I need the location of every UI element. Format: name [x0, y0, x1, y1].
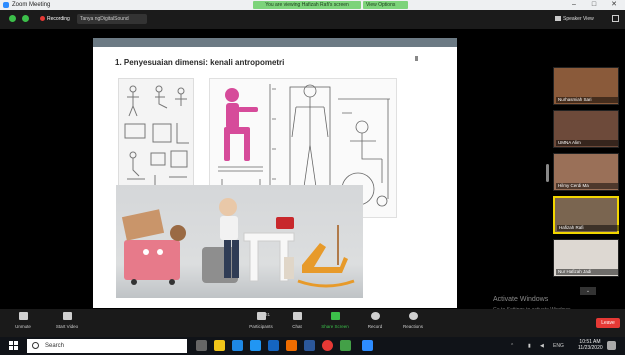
anthropometric-sketches-image: [118, 78, 194, 190]
task-view-icon[interactable]: [196, 340, 207, 351]
share-screen-button[interactable]: Share Screen: [318, 312, 352, 336]
speaker-view-icon: [555, 16, 561, 22]
office-icon[interactable]: [286, 340, 297, 351]
recording-dot-icon: [40, 16, 45, 21]
zoom-taskbar-icon[interactable]: [362, 340, 373, 351]
start-video-button[interactable]: Start Video: [50, 312, 84, 336]
app-icon[interactable]: [340, 340, 351, 351]
chat-button[interactable]: Chat: [280, 312, 314, 336]
video-camera-icon: [62, 312, 72, 320]
chrome-icon[interactable]: [322, 340, 333, 351]
cursor-icon: [415, 56, 418, 61]
activate-windows-title: Activate Windows: [493, 296, 549, 303]
slide-title: 1. Penyesuaian dimensi: kenali antropome…: [115, 58, 285, 67]
volume-icon[interactable]: ◀: [540, 343, 544, 349]
search-icon: [32, 342, 39, 349]
participant-tile[interactable]: Nur Hafizah Jadi: [553, 239, 619, 277]
participant-tile[interactable]: Nurhasmiah Sari: [553, 67, 619, 105]
word-icon[interactable]: [304, 340, 315, 351]
shared-slide: 1. Penyesuaian dimensi: kenali antropome…: [93, 38, 457, 308]
meeting-top-bar: Recording Tanya ngDigitalSound Speaker V…: [0, 10, 625, 29]
participant-name: UMNA Alim: [556, 140, 618, 146]
participant-name: Hafizah Rafi: [557, 225, 619, 231]
slide-header-band: [93, 38, 457, 47]
store-icon[interactable]: [250, 340, 261, 351]
security-shield-icon[interactable]: [9, 15, 16, 22]
input-language[interactable]: ENG: [553, 343, 564, 349]
zoom-icon: [3, 2, 9, 8]
record-button[interactable]: Record: [358, 312, 392, 336]
encryption-icon[interactable]: [22, 15, 29, 22]
participant-name: Nurhasmiah Sari: [556, 97, 618, 103]
leave-button[interactable]: Leave: [596, 318, 620, 328]
taskbar-search-box[interactable]: Search: [27, 339, 187, 353]
share-screen-icon: [330, 312, 340, 320]
maximize-icon[interactable]: □: [584, 0, 604, 10]
rename-box[interactable]: Tanya ngDigitalSound: [77, 14, 147, 24]
screen-share-banner: You are viewing Hafizah Rafi's screen: [253, 1, 361, 9]
participants-count: 31: [265, 312, 271, 317]
chat-bubble-icon: [292, 312, 302, 320]
file-explorer-icon[interactable]: [214, 340, 225, 351]
title-bar: Zoom Meeting You are viewing Hafizah Raf…: [0, 0, 625, 10]
smiley-plus-icon: [408, 312, 418, 320]
unmute-button[interactable]: Unmute: [6, 312, 40, 336]
minimize-icon[interactable]: –: [564, 0, 584, 10]
speaker-view-button[interactable]: Speaker View: [555, 14, 607, 24]
gallery-scrollbar[interactable]: [546, 164, 549, 182]
notifications-icon[interactable]: [607, 341, 616, 350]
zoom-window: Zoom Meeting You are viewing Hafizah Raf…: [0, 0, 625, 355]
microphone-muted-icon: [18, 312, 28, 320]
mail-icon[interactable]: [268, 340, 279, 351]
view-options-button[interactable]: View Options: [363, 1, 408, 9]
participant-tile-active-speaker[interactable]: Hafizah Rafi: [553, 196, 619, 234]
meeting-toolbar: Unmute Start Video Participants 31 Chat …: [0, 309, 625, 337]
kids-furniture-photo: [116, 185, 363, 298]
record-icon: [370, 312, 380, 320]
taskbar-clock[interactable]: 10:51 AM 11/23/2020: [578, 339, 603, 351]
fullscreen-icon[interactable]: [612, 15, 619, 22]
windows-start-icon[interactable]: [9, 341, 19, 351]
tray-arrow-icon[interactable]: ⌃: [510, 343, 514, 349]
recording-label: Recording: [47, 16, 70, 22]
participant-name: Hilmy Cerdi Ma: [556, 183, 618, 189]
more-participants-button[interactable]: ⌄: [580, 287, 596, 295]
participant-name: Nur Hafizah Jadi: [556, 269, 618, 275]
participant-tile[interactable]: Hilmy Cerdi Ma: [553, 153, 619, 191]
participant-gallery: Nurhasmiah Sari UMNA Alim Hilmy Cerdi Ma…: [553, 67, 619, 287]
reactions-button[interactable]: Reactions: [396, 312, 430, 336]
window-title: Zoom Meeting: [12, 2, 51, 8]
edge-browser-icon[interactable]: [232, 340, 243, 351]
participant-tile[interactable]: UMNA Alim: [553, 110, 619, 148]
close-icon[interactable]: ✕: [604, 0, 624, 10]
network-icon[interactable]: ▮: [528, 343, 531, 349]
participants-button[interactable]: Participants: [244, 312, 278, 336]
